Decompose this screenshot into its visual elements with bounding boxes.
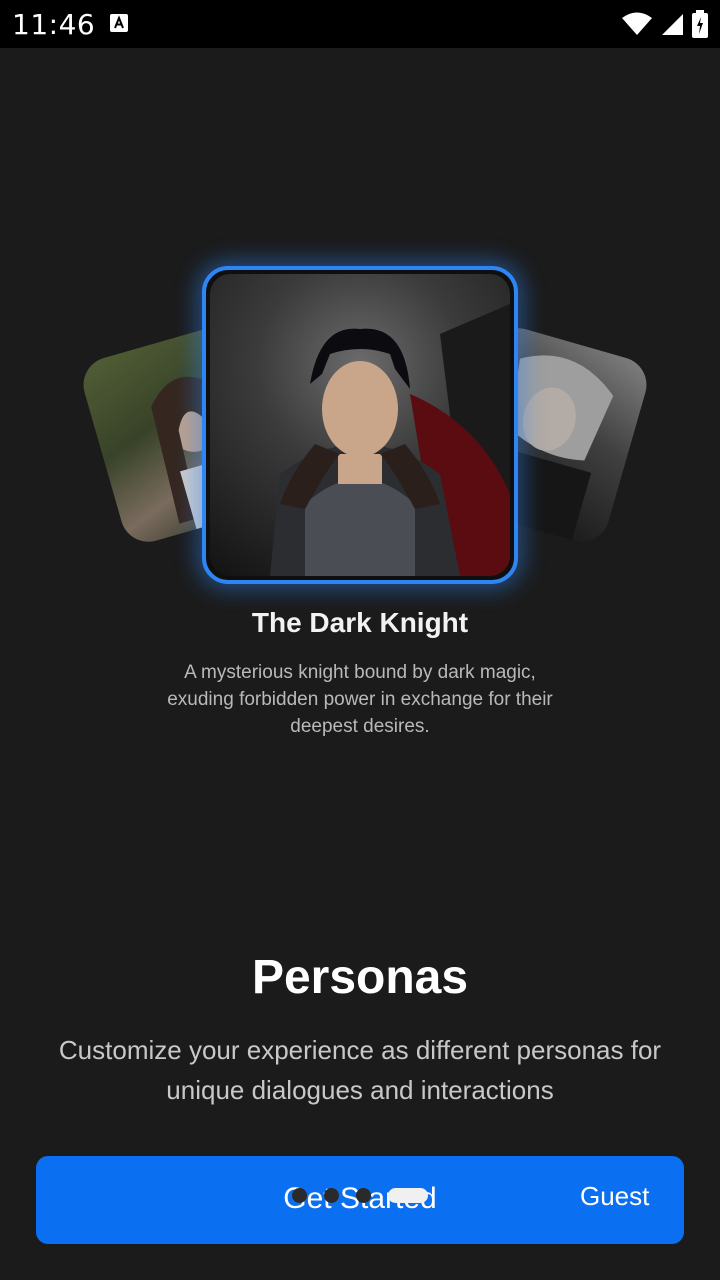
page-dot[interactable] xyxy=(292,1188,307,1203)
cell-signal-icon xyxy=(662,14,683,35)
page-description: Customize your experience as different p… xyxy=(58,1035,662,1105)
dark-knight-portrait xyxy=(270,304,510,576)
persona-carousel[interactable] xyxy=(0,230,720,630)
persona-card-current[interactable] xyxy=(202,266,518,584)
wifi-icon xyxy=(622,12,652,35)
persona-description: A mysterious knight bound by dark magic,… xyxy=(167,662,553,737)
page-dot[interactable] xyxy=(324,1188,339,1203)
status-bar: 11:46 xyxy=(0,0,720,48)
app-notification-icon xyxy=(110,14,128,32)
page-title: Personas xyxy=(251,951,469,1004)
guest-button[interactable]: Guest xyxy=(580,1181,649,1212)
persona-name: The Dark Knight xyxy=(251,607,469,638)
page-dot-active[interactable] xyxy=(388,1188,428,1203)
status-time: 11:46 xyxy=(12,8,96,41)
status-icons xyxy=(622,10,708,38)
page-dot[interactable] xyxy=(356,1188,371,1203)
battery-icon xyxy=(692,10,708,38)
